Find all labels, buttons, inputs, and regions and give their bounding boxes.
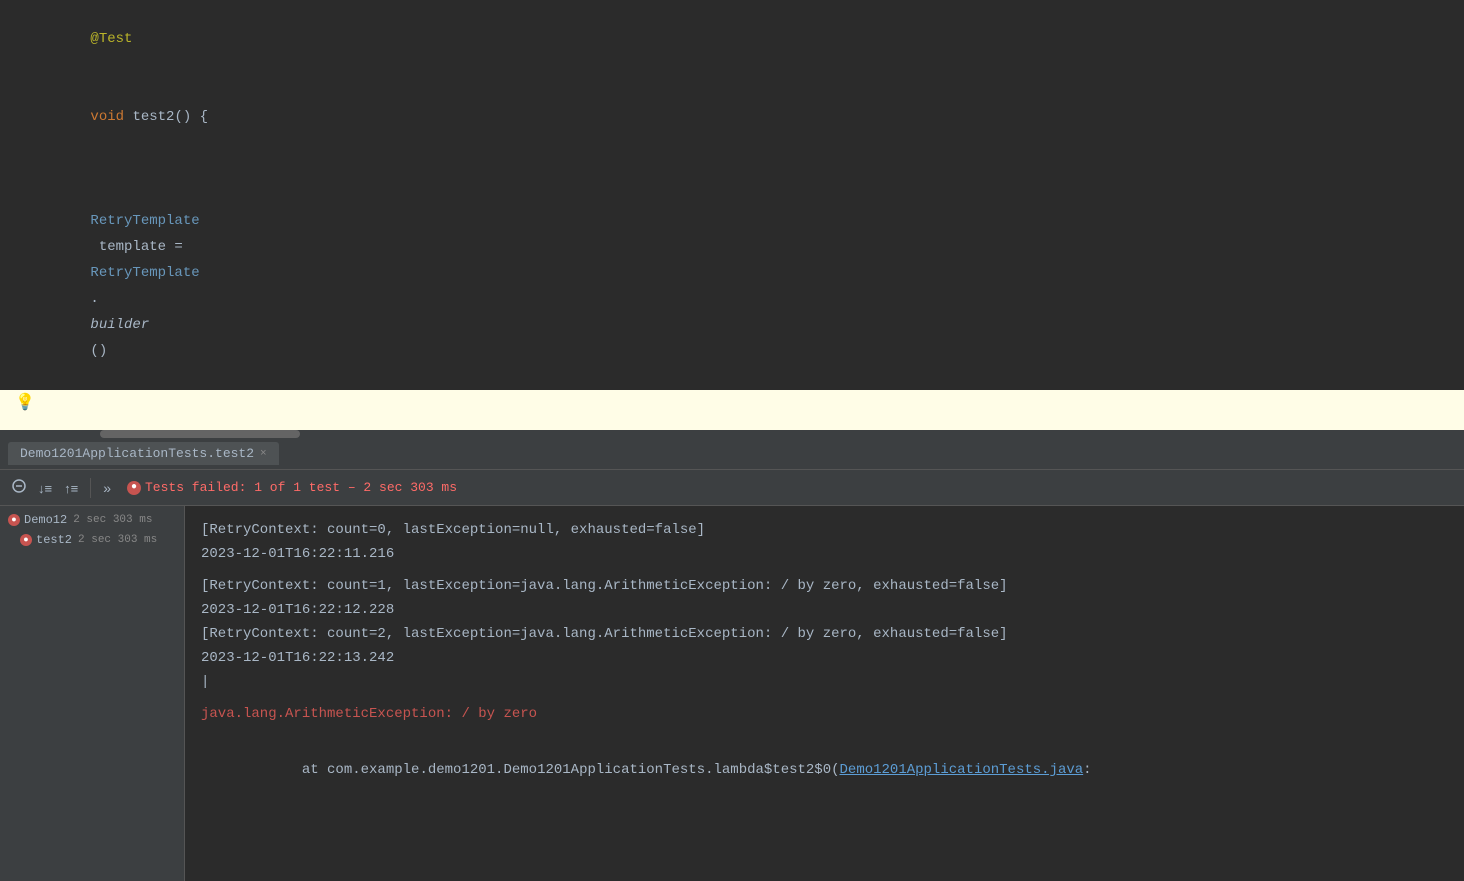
code-content: void test2() { <box>40 78 1464 156</box>
code-content: .maxAttempts( 3 ) <box>40 391 1464 430</box>
class-name: RetryTemplate <box>90 213 199 229</box>
stack-prefix: at com.example.demo1201.Demo1201Applicat… <box>268 762 839 778</box>
stack-suffix: : <box>1083 762 1091 778</box>
code-text: template = <box>90 239 191 255</box>
output-separator <box>201 566 1448 574</box>
annotation: @Test <box>90 31 132 47</box>
code-text: () <box>90 343 107 359</box>
test-tree-item-test2[interactable]: ● test2 2 sec 303 ms <box>0 530 184 550</box>
test-tree-item-demo12[interactable]: ● Demo12 2 sec 303 ms <box>0 510 184 530</box>
code-text: . <box>90 291 98 307</box>
code-line: void test2() { <box>0 78 1464 156</box>
test-tree: ● Demo12 2 sec 303 ms ● test2 2 sec 303 … <box>0 506 185 881</box>
output-line: 2023-12-01T16:22:12.228 <box>201 598 1448 622</box>
tree-item-time: 2 sec 303 ms <box>73 514 152 526</box>
more-button[interactable]: » <box>99 478 115 498</box>
tree-item-label: test2 <box>36 533 72 547</box>
output-error-line: java.lang.ArithmeticException: / by zero <box>201 702 1448 726</box>
scrollbar-thumb[interactable] <box>100 430 300 438</box>
code-line: RetryTemplate template = RetryTemplate .… <box>0 156 1464 390</box>
gutter-bulb: 💡 <box>10 390 40 416</box>
tab-close-button[interactable]: × <box>260 448 267 460</box>
sort-desc-icon: ↑≡ <box>64 481 78 496</box>
stop-button[interactable] <box>8 477 30 498</box>
tab-label: Demo1201ApplicationTests.test2 <box>20 446 254 461</box>
output-cursor-line <box>201 670 1448 694</box>
output-stack-line: at com.example.demo1201.Demo1201Applicat… <box>201 734 1448 806</box>
toolbar-separator <box>90 478 91 498</box>
stop-icon <box>12 479 26 493</box>
code-line-highlighted: 💡 .maxAttempts( 3 ) <box>0 390 1464 430</box>
output-line: [RetryContext: count=1, lastException=ja… <box>201 574 1448 598</box>
method-name: builder <box>90 317 149 333</box>
test-body: ● Demo12 2 sec 303 ms ● test2 2 sec 303 … <box>0 506 1464 881</box>
sort-asc-icon: ↓≡ <box>38 481 52 496</box>
output-separator <box>201 726 1448 734</box>
test-status-badge: ● Tests failed: 1 of 1 test – 2 sec 303 … <box>127 480 457 495</box>
error-indicator: ● <box>20 534 32 546</box>
tab-bar: Demo1201ApplicationTests.test2 × <box>0 438 1464 470</box>
code-content: RetryTemplate template = RetryTemplate .… <box>40 156 1464 390</box>
more-icon: » <box>103 480 111 496</box>
keyword: void <box>90 109 132 125</box>
test-toolbar: ↓≡ ↑≡ » ● Tests failed: 1 of 1 test – 2 … <box>0 470 1464 506</box>
sort-asc-button[interactable]: ↓≡ <box>34 478 56 498</box>
code-editor: @Test void test2() { RetryTemplate templ… <box>0 0 1464 430</box>
test-output[interactable]: [RetryContext: count=0, lastException=nu… <box>185 506 1464 881</box>
tree-item-time: 2 sec 303 ms <box>78 534 157 546</box>
output-line: 2023-12-01T16:22:13.242 <box>201 646 1448 670</box>
code-line: @Test <box>0 0 1464 78</box>
class-name: RetryTemplate <box>90 265 199 281</box>
bulb-icon: 💡 <box>15 390 35 416</box>
error-indicator: ● <box>8 514 20 526</box>
output-line: 2023-12-01T16:22:11.216 <box>201 542 1448 566</box>
tab-test2[interactable]: Demo1201ApplicationTests.test2 × <box>8 442 279 465</box>
error-icon: ● <box>127 481 141 495</box>
test-status-text: Tests failed: 1 of 1 test – 2 sec 303 ms <box>145 480 457 495</box>
test-results-panel: Demo1201ApplicationTests.test2 × ↓≡ ↑≡ »… <box>0 438 1464 881</box>
stack-link[interactable]: Demo1201ApplicationTests.java <box>840 762 1084 778</box>
output-separator <box>201 694 1448 702</box>
output-line: [RetryContext: count=0, lastException=nu… <box>201 518 1448 542</box>
horizontal-scrollbar[interactable] <box>0 430 1464 438</box>
sort-desc-button[interactable]: ↑≡ <box>60 478 82 498</box>
tree-item-label: Demo12 <box>24 513 67 527</box>
code-content: @Test <box>40 0 1464 78</box>
output-line: [RetryContext: count=2, lastException=ja… <box>201 622 1448 646</box>
code-text: test2() { <box>132 109 208 125</box>
